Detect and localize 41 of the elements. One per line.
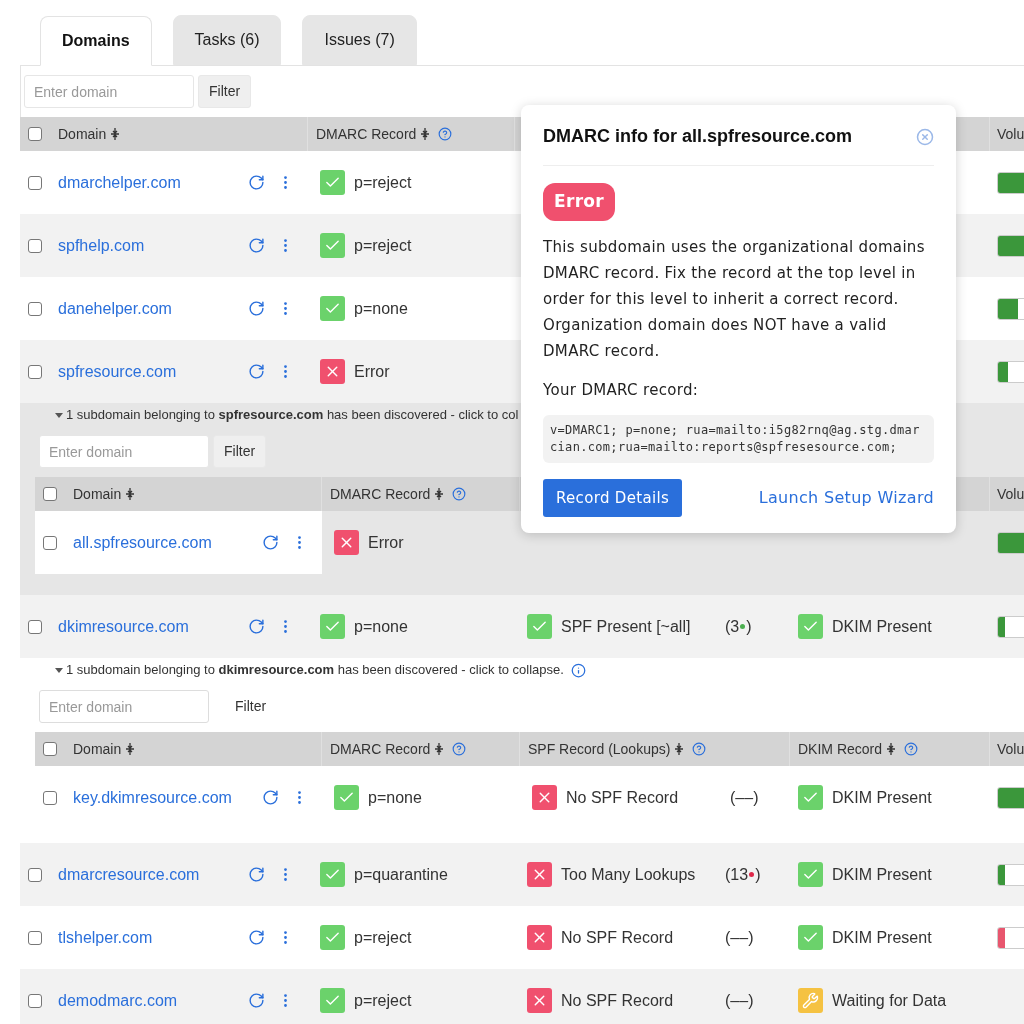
status-text: Waiting for Data [832,990,947,1011]
status-text: p=reject [354,927,412,948]
status-text: No SPF Record [566,787,679,808]
status-text: p=reject [354,172,412,193]
status-text: DKIM Present [832,864,932,885]
column-header: Volu [997,484,1024,504]
column-header: Domain [73,484,122,504]
status-text: Error [368,532,404,553]
lookup-count: (––) [725,990,754,1011]
column-header: DKIM Record [798,739,883,759]
popover-title: DMARC info for all.spfresource.com [543,125,853,148]
status-text: Too Many Lookups [561,864,696,885]
status-text: p=reject [354,235,412,256]
status-text: p=none [354,298,408,319]
lookup-count: (3 ) [725,616,752,637]
column-header: Domain [73,739,122,759]
column-header: DMARC Record [330,739,431,759]
status-text: p=quarantine [354,864,448,885]
status-text: No SPF Record [561,990,674,1011]
lookup-count: (13 ) [725,864,761,885]
status-text: DKIM Present [832,787,932,808]
status-text: p=none [354,616,408,637]
column-header: Volu [997,739,1024,759]
column-header: DMARC Record [316,124,417,144]
record-label: Your DMARC record: [543,379,700,401]
status-text: SPF Present [~all] [561,616,691,637]
column-header: Domain [58,124,107,144]
status-text: p=none [368,787,422,808]
column-header: Volu [997,124,1024,144]
status-text: p=reject [354,990,412,1011]
column-header: DMARC Record [330,484,431,504]
status-text: No SPF Record [561,927,674,948]
status-text: Error [354,361,390,382]
error-badge: Error [543,183,616,221]
record-code: v=DMARC1; p=none; rua=mailto:i5g82rnq@ag.stg.dmarcian.com;rua=mailto:reports@spfresesource.com; [543,415,934,463]
lookup-count: (––) [730,787,759,808]
status-text: DKIM Present [832,927,932,948]
popover-message: This subdomain uses the organizational domains DMARC record. Fix the record at the top level in order for this level to inherit a correct record. Organization domain does NOT have a valid DMARC record. [543,236,926,362]
column-header: SPF Record (Lookups) [528,739,671,759]
lookup-count: (––) [725,927,754,948]
status-text: DKIM Present [832,616,932,637]
